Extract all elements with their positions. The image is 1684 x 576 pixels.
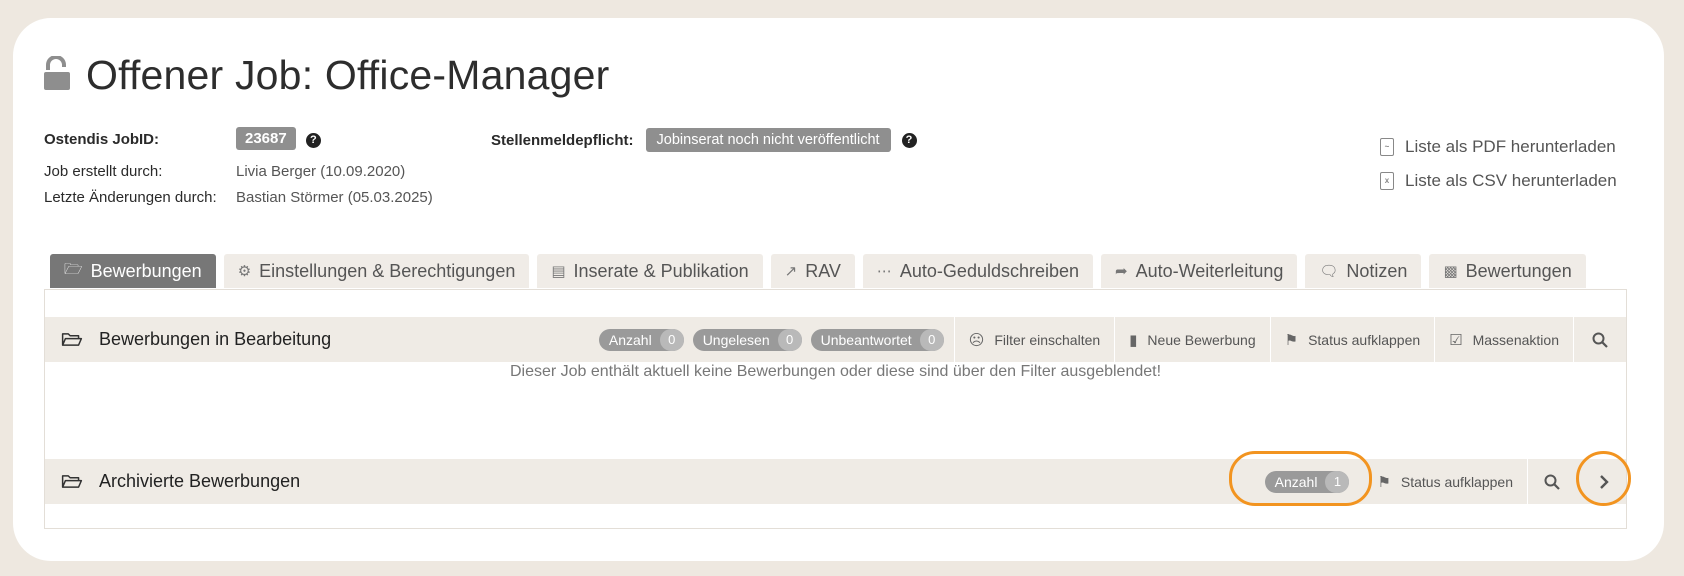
tab-rav[interactable]: ↗ RAV: [770, 254, 855, 288]
search-icon: [1544, 474, 1560, 490]
file-icon: ▮: [1129, 331, 1138, 349]
counter-value: 0: [777, 328, 802, 351]
pdf-download-link[interactable]: ~ Liste als PDF herunterladen: [1380, 130, 1617, 164]
status-expand-label: Status aufklappen: [1308, 331, 1421, 348]
created-value: Livia Berger (10.09.2020): [236, 163, 406, 180]
counter-value: 0: [659, 328, 684, 351]
highlight-ring-chevron: [1576, 451, 1631, 506]
tag-icon: ⚑: [1377, 473, 1391, 491]
search-icon: [1592, 332, 1608, 348]
applications-panel: Bewerbungen in Bearbeitung Anzahl 0 Unge…: [44, 289, 1627, 529]
tab-label: RAV: [805, 260, 841, 281]
new-application-label: Neue Bewerbung: [1147, 331, 1256, 348]
changed-value: Bastian Störmer (05.03.2025): [236, 189, 433, 206]
counter-unbeantwortet: Unbeantwortet 0: [810, 328, 944, 351]
search-button[interactable]: [1573, 317, 1626, 362]
download-links: ~ Liste als PDF herunterladen x Liste al…: [1380, 130, 1617, 198]
stellen-label: Stellenmeldepflicht:: [491, 131, 634, 149]
newspaper-icon: ▤: [551, 263, 566, 280]
filter-label: Filter einschalten: [994, 331, 1101, 348]
tab-bewertungen[interactable]: ▩ Bewertungen: [1429, 254, 1586, 288]
archive-section-toggle[interactable]: Archivierte Bewerbungen: [45, 471, 300, 492]
status-expand-button[interactable]: ⚑ Status aufklappen: [1269, 317, 1435, 362]
active-section-tools: Anzahl 0 Ungelesen 0 Unbeantwortet 0 ☹ F…: [598, 317, 1626, 362]
tab-bar: 🗁 Bewerbungen ⚙ Einstellungen & Berechti…: [50, 254, 1594, 288]
comment-icon: 🗨: [1319, 263, 1339, 280]
tag-icon: ⚑: [1284, 331, 1299, 349]
tab-inserate[interactable]: ▤ Inserate & Publikation: [537, 254, 763, 288]
archive-section-bar: Archivierte Bewerbungen Anzahl 1 ⚑ Statu…: [45, 459, 1626, 504]
counter-ungelesen: Ungelesen 0: [692, 328, 802, 351]
tab-label: Einstellungen & Berechtigungen: [259, 260, 516, 281]
archive-status-expand-button[interactable]: ⚑ Status aufklappen: [1373, 459, 1527, 504]
tab-label: Bewertungen: [1465, 260, 1572, 281]
jobid-badge: 23687: [236, 127, 296, 150]
external-link-icon: ↗: [784, 263, 798, 280]
csv-download-link[interactable]: x Liste als CSV herunterladen: [1380, 164, 1617, 198]
archive-search-button[interactable]: [1527, 459, 1576, 504]
tab-auto-geduldschreiben[interactable]: ⋯ Auto-Geduldschreiben: [862, 254, 1094, 288]
counter-label: Ungelesen: [702, 331, 770, 348]
unlock-icon: [44, 54, 70, 96]
gears-icon: ⚙: [237, 263, 252, 280]
jobid-value-wrap: 23687 ?: [236, 127, 321, 150]
stellenmeldepflicht: Stellenmeldepflicht: Jobinserat noch nic…: [491, 128, 917, 152]
help-icon[interactable]: ?: [901, 132, 917, 148]
tab-auto-weiterleitung[interactable]: ➦ Auto-Weiterleitung: [1101, 254, 1298, 288]
title-row: Offener Job: Office-Manager: [44, 52, 610, 99]
file-csv-icon: x: [1380, 172, 1394, 190]
csv-download-label: Liste als CSV herunterladen: [1405, 171, 1617, 190]
mass-action-label: Massenaktion: [1472, 331, 1559, 348]
tab-einstellungen[interactable]: ⚙ Einstellungen & Berechtigungen: [223, 254, 530, 288]
counter-label: Unbeantwortet: [820, 331, 912, 348]
empty-message: Dieser Job enthält aktuell keine Bewerbu…: [509, 363, 1162, 380]
active-section-bar: Bewerbungen in Bearbeitung Anzahl 0 Unge…: [45, 317, 1626, 362]
counter-anzahl: Anzahl 0: [598, 328, 684, 351]
ellipsis-icon: ⋯: [876, 263, 892, 280]
tab-label: Notizen: [1346, 260, 1408, 281]
tab-notizen[interactable]: 🗨 Notizen: [1305, 254, 1422, 288]
file-pdf-icon: ~: [1380, 138, 1394, 156]
folder-open-icon: [61, 333, 83, 346]
tab-label: Bewerbungen: [90, 260, 202, 281]
active-section-toggle[interactable]: Bewerbungen in Bearbeitung: [45, 329, 331, 350]
tab-label: Auto-Weiterleitung: [1135, 260, 1284, 281]
stellen-badge: Jobinserat noch nicht veröffentlicht: [645, 128, 891, 152]
page-title: Offener Job: Office-Manager: [86, 52, 610, 98]
tab-label: Inserate & Publikation: [573, 260, 749, 281]
bar-chart-icon: ▩: [1443, 263, 1458, 280]
folder-open-icon: 🗁: [64, 260, 83, 278]
highlight-ring-count: [1229, 451, 1372, 506]
frown-icon: ☹: [968, 331, 985, 349]
help-icon[interactable]: ?: [305, 133, 321, 148]
tab-label: Auto-Geduldschreiben: [899, 260, 1080, 281]
counter-value: 0: [919, 328, 944, 351]
mass-action-button[interactable]: ☑ Massenaktion: [1434, 317, 1573, 362]
folder-open-icon: [61, 475, 83, 488]
new-application-button[interactable]: ▮ Neue Bewerbung: [1114, 317, 1269, 362]
jobid-label: Ostendis JobID:: [44, 131, 160, 148]
checkbox-icon: ☑: [1449, 331, 1463, 349]
active-section-title: Bewerbungen in Bearbeitung: [99, 329, 332, 349]
tab-bewerbungen[interactable]: 🗁 Bewerbungen: [50, 254, 216, 288]
share-icon: ➦: [1115, 263, 1128, 280]
created-label: Job erstellt durch:: [44, 163, 163, 180]
status-expand-label: Status aufklappen: [1400, 473, 1513, 490]
pdf-download-label: Liste als PDF herunterladen: [1405, 137, 1616, 156]
counter-label: Anzahl: [608, 331, 652, 348]
archive-section-title: Archivierte Bewerbungen: [99, 471, 301, 491]
filter-button[interactable]: ☹ Filter einschalten: [953, 317, 1114, 362]
changed-label: Letzte Änderungen durch:: [44, 189, 217, 206]
